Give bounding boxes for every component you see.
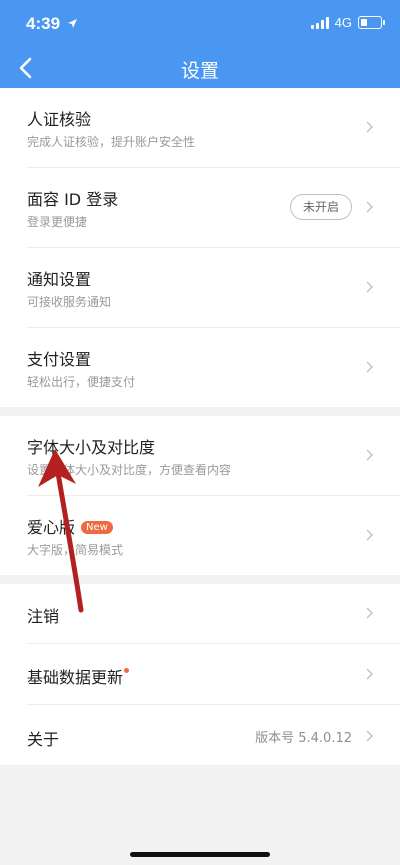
chevron-right-icon <box>366 529 374 541</box>
item-sublabel: 登录更便捷 <box>27 215 88 229</box>
home-indicator <box>130 852 270 857</box>
item-label: 爱心版 <box>27 518 76 537</box>
page-title: 设置 <box>180 60 219 82</box>
chevron-right-icon <box>366 730 374 742</box>
item-label-wrap: 基础数据更新 <box>27 664 130 688</box>
settings-item-face-id-login[interactable]: 面容 ID 登录 登录更便捷 未开启 <box>27 168 400 248</box>
chevron-right-icon <box>366 607 374 619</box>
network-label: 4G <box>334 15 352 30</box>
item-label: 注销 <box>27 607 60 626</box>
item-label: 基础数据更新 <box>27 668 124 687</box>
settings-item-payment[interactable]: 支付设置 轻松出行，便捷支付 <box>27 328 400 407</box>
item-label: 面容 ID 登录 <box>27 190 119 209</box>
chevron-right-icon <box>366 201 374 213</box>
signal-icon <box>310 16 329 29</box>
chevron-right-icon <box>366 668 374 680</box>
chevron-right-icon <box>366 281 374 293</box>
chevron-right-icon <box>366 361 374 373</box>
item-label: 支付设置 <box>27 350 92 369</box>
location-arrow-icon <box>68 19 77 28</box>
settings-item-font-size-contrast[interactable]: 字体大小及对比度 设置字体大小及对比度，方便查看内容 <box>27 416 400 496</box>
settings-group-display: 字体大小及对比度 设置字体大小及对比度，方便查看内容 爱心版 New 大字版，简易… <box>0 416 400 575</box>
battery-icon <box>358 16 385 29</box>
status-pill: 未开启 <box>289 194 352 220</box>
settings-item-deregister[interactable]: 注销 <box>27 584 400 644</box>
item-label-wrap: 爱心版 New <box>27 514 113 538</box>
header-bar: 4:39 4G 设置 <box>0 0 400 88</box>
item-sublabel: 可接收服务通知 <box>27 295 112 309</box>
settings-item-identity-verification[interactable]: 人证核验 完成人证核验，提升账户安全性 <box>27 88 400 168</box>
settings-item-data-update[interactable]: 基础数据更新 <box>27 644 400 705</box>
settings-item-notification[interactable]: 通知设置 可接收服务通知 <box>27 248 400 328</box>
settings-group-other: 注销 基础数据更新 关于 版本号 5.4.0.12 <box>0 584 400 765</box>
settings-item-care-mode[interactable]: 爱心版 New 大字版，简易模式 <box>27 496 400 575</box>
item-label: 关于 <box>27 730 60 749</box>
item-sublabel: 大字版，简易模式 <box>27 543 124 557</box>
item-sublabel: 完成人证核验，提升账户安全性 <box>27 135 196 149</box>
status-time: 4:39 <box>26 14 61 33</box>
item-sublabel: 轻松出行，便捷支付 <box>27 375 136 389</box>
chevron-right-icon <box>366 449 374 461</box>
item-label: 人证核验 <box>27 110 92 129</box>
settings-group-account: 人证核验 完成人证核验，提升账户安全性 面容 ID 登录 登录更便捷 未开启 通… <box>0 88 400 407</box>
item-label: 字体大小及对比度 <box>27 438 156 457</box>
settings-item-about[interactable]: 关于 版本号 5.4.0.12 <box>27 705 400 765</box>
new-badge: New <box>81 521 113 534</box>
red-dot-indicator <box>124 668 130 673</box>
status-right: 4G <box>310 15 385 30</box>
version-value: 版本号 5.4.0.12 <box>255 731 352 746</box>
chevron-right-icon <box>366 121 374 133</box>
item-sublabel: 设置字体大小及对比度，方便查看内容 <box>27 463 232 477</box>
item-label: 通知设置 <box>27 270 92 289</box>
